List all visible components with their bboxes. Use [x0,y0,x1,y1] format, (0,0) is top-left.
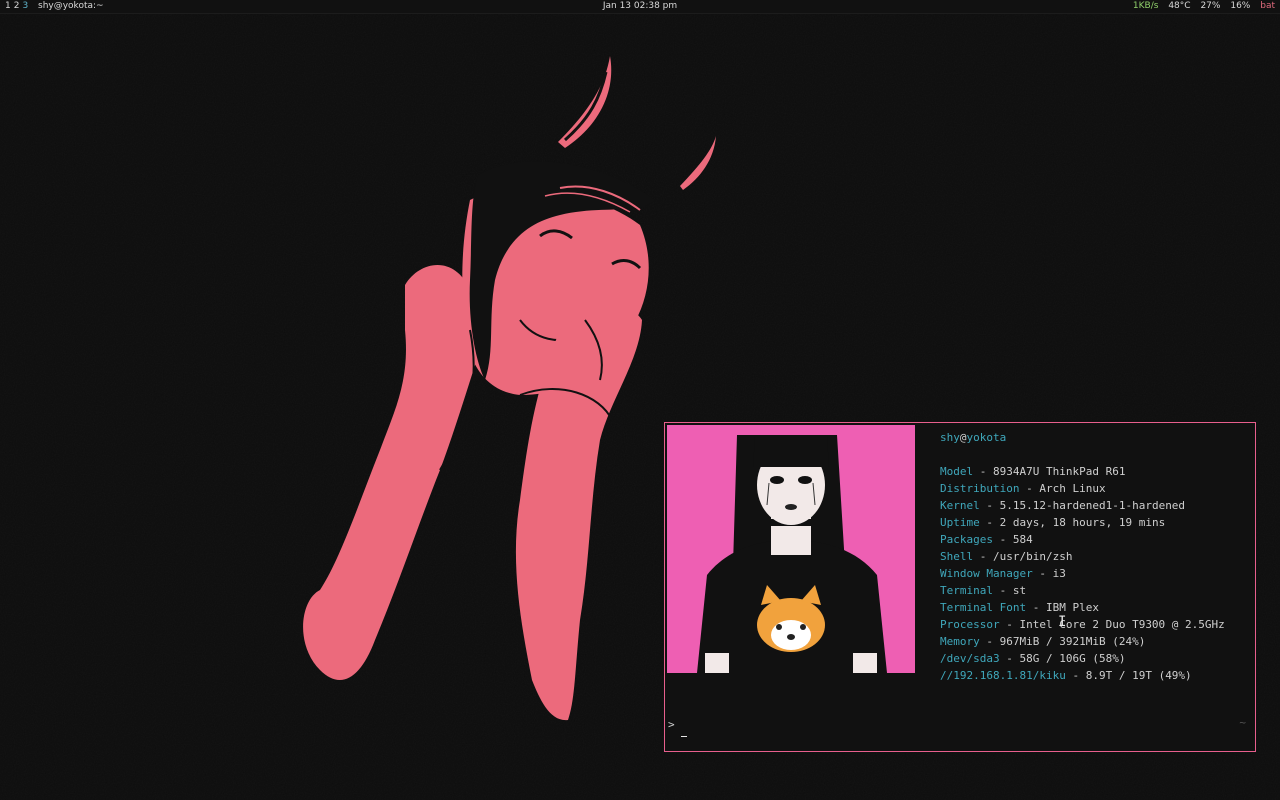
info-key: Packages [940,533,993,546]
volume-level: 16% [1230,1,1251,11]
prompt-symbol: > [668,718,675,731]
info-value: /usr/bin/zsh [993,550,1073,563]
separator: - [992,533,1013,546]
info-row: Shell - /usr/bin/zsh [940,548,1249,565]
separator: - [973,550,993,563]
battery-indicator: bat [1260,1,1275,11]
info-value: Arch Linux [1039,482,1106,495]
info-key: Terminal Font [940,601,1027,614]
hostname: yokota [966,431,1007,444]
info-key: //192.168.1.81/kiku [940,669,1066,682]
separator: - [1019,482,1040,495]
window-title: shy@yokota:~ [38,1,104,11]
workspace-2[interactable]: 2 [14,1,20,11]
separator: - [979,635,1000,648]
info-value: 2 days, 18 hours, 19 mins [999,516,1166,529]
info-value: Intel Core 2 Duo T9300 @ 2.5GHz [1019,618,1225,631]
info-key: Window Manager [940,567,1033,580]
separator: - [999,652,1020,665]
info-key: Distribution [940,482,1020,495]
info-list: Model - 8934A7U ThinkPad R61 Distributio… [940,463,1249,684]
info-row: Terminal - st [940,582,1249,599]
separator: - [1026,601,1046,614]
status-indicators: 1KB/s 48°C 27% 16% bat [1126,0,1275,13]
info-row: /dev/sda3 - 58G / 106G (58%) [940,650,1249,667]
text-cursor-icon [680,736,687,737]
info-key: Processor [940,618,1000,631]
at-sign: @ [959,431,967,444]
separator: - [1032,567,1053,580]
info-row: Processor - Intel Core 2 Duo T9300 @ 2.5… [940,616,1249,633]
clock: Jan 13 02:38 pm [602,1,678,11]
separator: - [973,465,993,478]
separator: - [999,618,1020,631]
info-row: Terminal Font - IBM Plex [940,599,1249,616]
info-key: Terminal [940,584,993,597]
terminal-window[interactable]: shy@yokota Model - 8934A7U ThinkPad R61 … [664,422,1256,752]
mouse-ibeam-icon: I [1058,614,1067,630]
cpu-usage: 27% [1200,1,1221,11]
info-key: /dev/sda3 [940,652,1000,665]
username: shy [940,431,960,444]
info-row: Packages - 584 [940,531,1249,548]
info-row: Model - 8934A7U ThinkPad R61 [940,463,1249,480]
info-key: Uptime [940,516,980,529]
info-row: //192.168.1.81/kiku - 8.9T / 19T (49%) [940,667,1249,684]
separator: - [1065,669,1086,682]
status-bar: 123 shy@yokota:~ Jan 13 02:38 pm 1KB/s 4… [0,0,1280,14]
info-row: Window Manager - i3 [940,565,1249,582]
info-value: i3 [1052,567,1066,580]
separator: - [979,516,1000,529]
workspace-1[interactable]: 1 [5,1,11,11]
info-value: 5.15.12-hardened1-1-hardened [999,499,1186,512]
info-row: Uptime - 2 days, 18 hours, 19 mins [940,514,1249,531]
info-value: 584 [1012,533,1033,546]
info-key: Shell [940,550,974,563]
workspace-list: 123 [5,0,31,13]
shell-prompt[interactable]: > [668,718,687,737]
info-key: Memory [940,635,980,648]
separator: - [992,584,1013,597]
user-host-header: shy@yokota [940,429,1249,446]
workspace-3-active[interactable]: 3 [22,1,28,11]
info-key: Kernel [940,499,980,512]
right-prompt-indicator: ~ [1239,716,1246,729]
info-value: 58G / 106G (58%) [1019,652,1126,665]
info-row: Kernel - 5.15.12-hardened1-1-hardened [940,497,1249,514]
info-value: IBM Plex [1045,601,1099,614]
info-row: Distribution - Arch Linux [940,480,1249,497]
separator: - [979,499,1000,512]
info-row: Memory - 967MiB / 3921MiB (24%) [940,633,1249,650]
info-value: st [1012,584,1027,597]
info-value: 8934A7U ThinkPad R61 [993,465,1126,478]
goth-girl-portrait-icon [667,425,915,673]
network-speed: 1KB/s [1132,1,1159,11]
info-value: 967MiB / 3921MiB (24%) [999,635,1146,648]
info-key: Model [940,465,974,478]
cpu-temperature: 48°C [1168,1,1191,11]
info-value: 8.9T / 19T (49%) [1085,669,1192,682]
sysinfo-panel: shy@yokota Model - 8934A7U ThinkPad R61 … [940,429,1249,684]
